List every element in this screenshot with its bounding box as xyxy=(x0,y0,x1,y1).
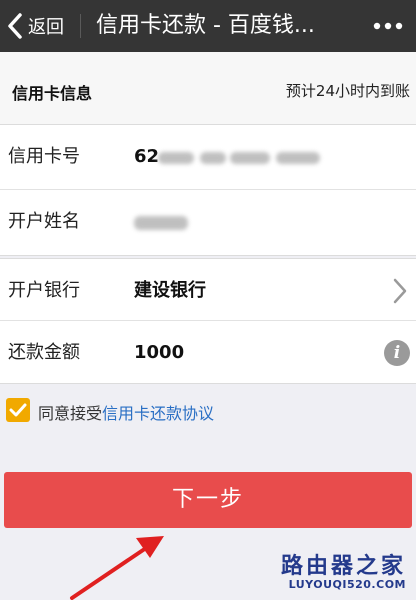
chevron-left-icon xyxy=(8,13,22,39)
card-number-masked xyxy=(230,152,270,164)
card-number-masked xyxy=(158,152,194,164)
bank-row[interactable]: 开户银行 建设银行 xyxy=(0,259,416,323)
checkmark-icon xyxy=(9,403,27,417)
name-masked xyxy=(134,216,188,230)
back-button[interactable]: 返回 xyxy=(4,0,74,52)
info-icon[interactable]: i xyxy=(384,340,410,366)
card-number-label: 信用卡号 xyxy=(8,146,80,167)
amount-row[interactable]: 还款金额 1000 i xyxy=(0,321,416,385)
agreement-text: 同意接受信用卡还款协议 xyxy=(38,400,214,424)
amount-value[interactable]: 1000 xyxy=(134,321,184,385)
name-label: 开户姓名 xyxy=(8,211,80,232)
card-number-value[interactable]: 62 xyxy=(134,125,159,189)
card-number-masked xyxy=(276,152,320,164)
red-arrow-annotation xyxy=(70,536,164,600)
bank-value: 建设银行 xyxy=(134,280,206,301)
payment-group: 开户银行 建设银行 还款金额 1000 i xyxy=(0,258,416,384)
card-info-group: 信用卡号 62 开户姓名 xyxy=(0,124,416,256)
page-title: 信用卡还款 - 百度钱... xyxy=(96,13,315,38)
top-bar: 返回 信用卡还款 - 百度钱... xyxy=(0,0,416,52)
section-title: 信用卡信息 xyxy=(12,84,93,103)
agreement-link[interactable]: 信用卡还款协议 xyxy=(102,404,214,423)
more-dots-icon xyxy=(373,22,403,30)
agreement-prefix: 同意接受 xyxy=(38,404,103,423)
bank-label: 开户银行 xyxy=(8,280,80,301)
name-row[interactable]: 开户姓名 xyxy=(0,190,416,254)
watermark-title: 路由器之家 xyxy=(280,554,406,579)
arrival-note: 预计24小时内到账 xyxy=(285,82,410,100)
card-number-row[interactable]: 信用卡号 62 xyxy=(0,125,416,189)
card-number-masked xyxy=(200,152,226,164)
agreement-checkbox[interactable] xyxy=(6,398,30,422)
back-label: 返回 xyxy=(28,17,64,38)
more-button[interactable] xyxy=(368,0,408,52)
amount-label: 还款金额 xyxy=(8,342,80,363)
header-divider xyxy=(80,14,81,38)
chevron-right-icon xyxy=(393,278,407,304)
watermark-url: LUYOUQI520.COM xyxy=(288,578,406,591)
